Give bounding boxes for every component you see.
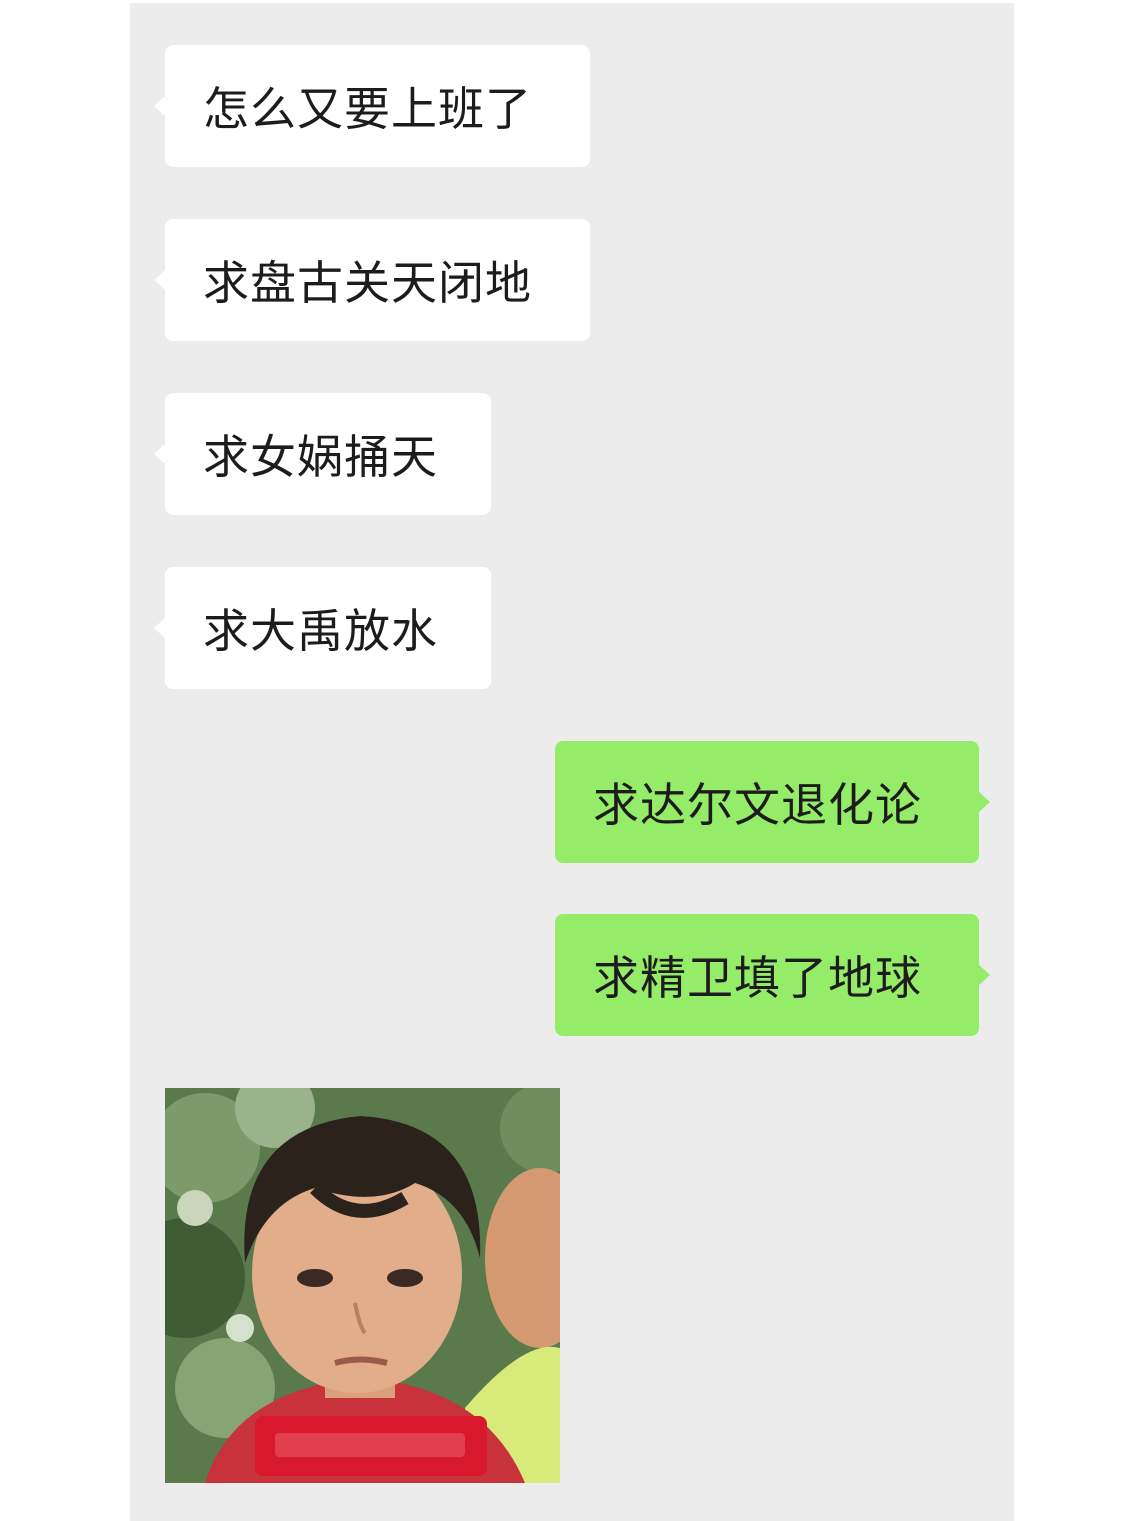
outgoing-message-bubble[interactable]: 求精卫填了地球 — [555, 914, 990, 1036]
message-text: 求大禹放水 — [203, 604, 438, 658]
message-text: 求精卫填了地球 — [593, 951, 922, 1005]
incoming-message-bubble[interactable]: 求大禹放水 — [154, 567, 491, 689]
incoming-message-bubble[interactable]: 求盘古关天闭地 — [154, 219, 590, 341]
message-text: 求达尔文退化论 — [593, 778, 922, 832]
sticker-message-image[interactable] — [165, 1088, 560, 1483]
incoming-message-bubble[interactable]: 怎么又要上班了 — [154, 45, 590, 167]
sad-boy-sticker-icon — [165, 1088, 560, 1483]
message-text: 求女娲捅天 — [203, 430, 438, 484]
message-text: 怎么又要上班了 — [203, 82, 532, 136]
outgoing-message-bubble[interactable]: 求达尔文退化论 — [555, 741, 990, 863]
message-text: 求盘古关天闭地 — [203, 256, 532, 310]
incoming-message-bubble[interactable]: 求女娲捅天 — [154, 393, 491, 515]
